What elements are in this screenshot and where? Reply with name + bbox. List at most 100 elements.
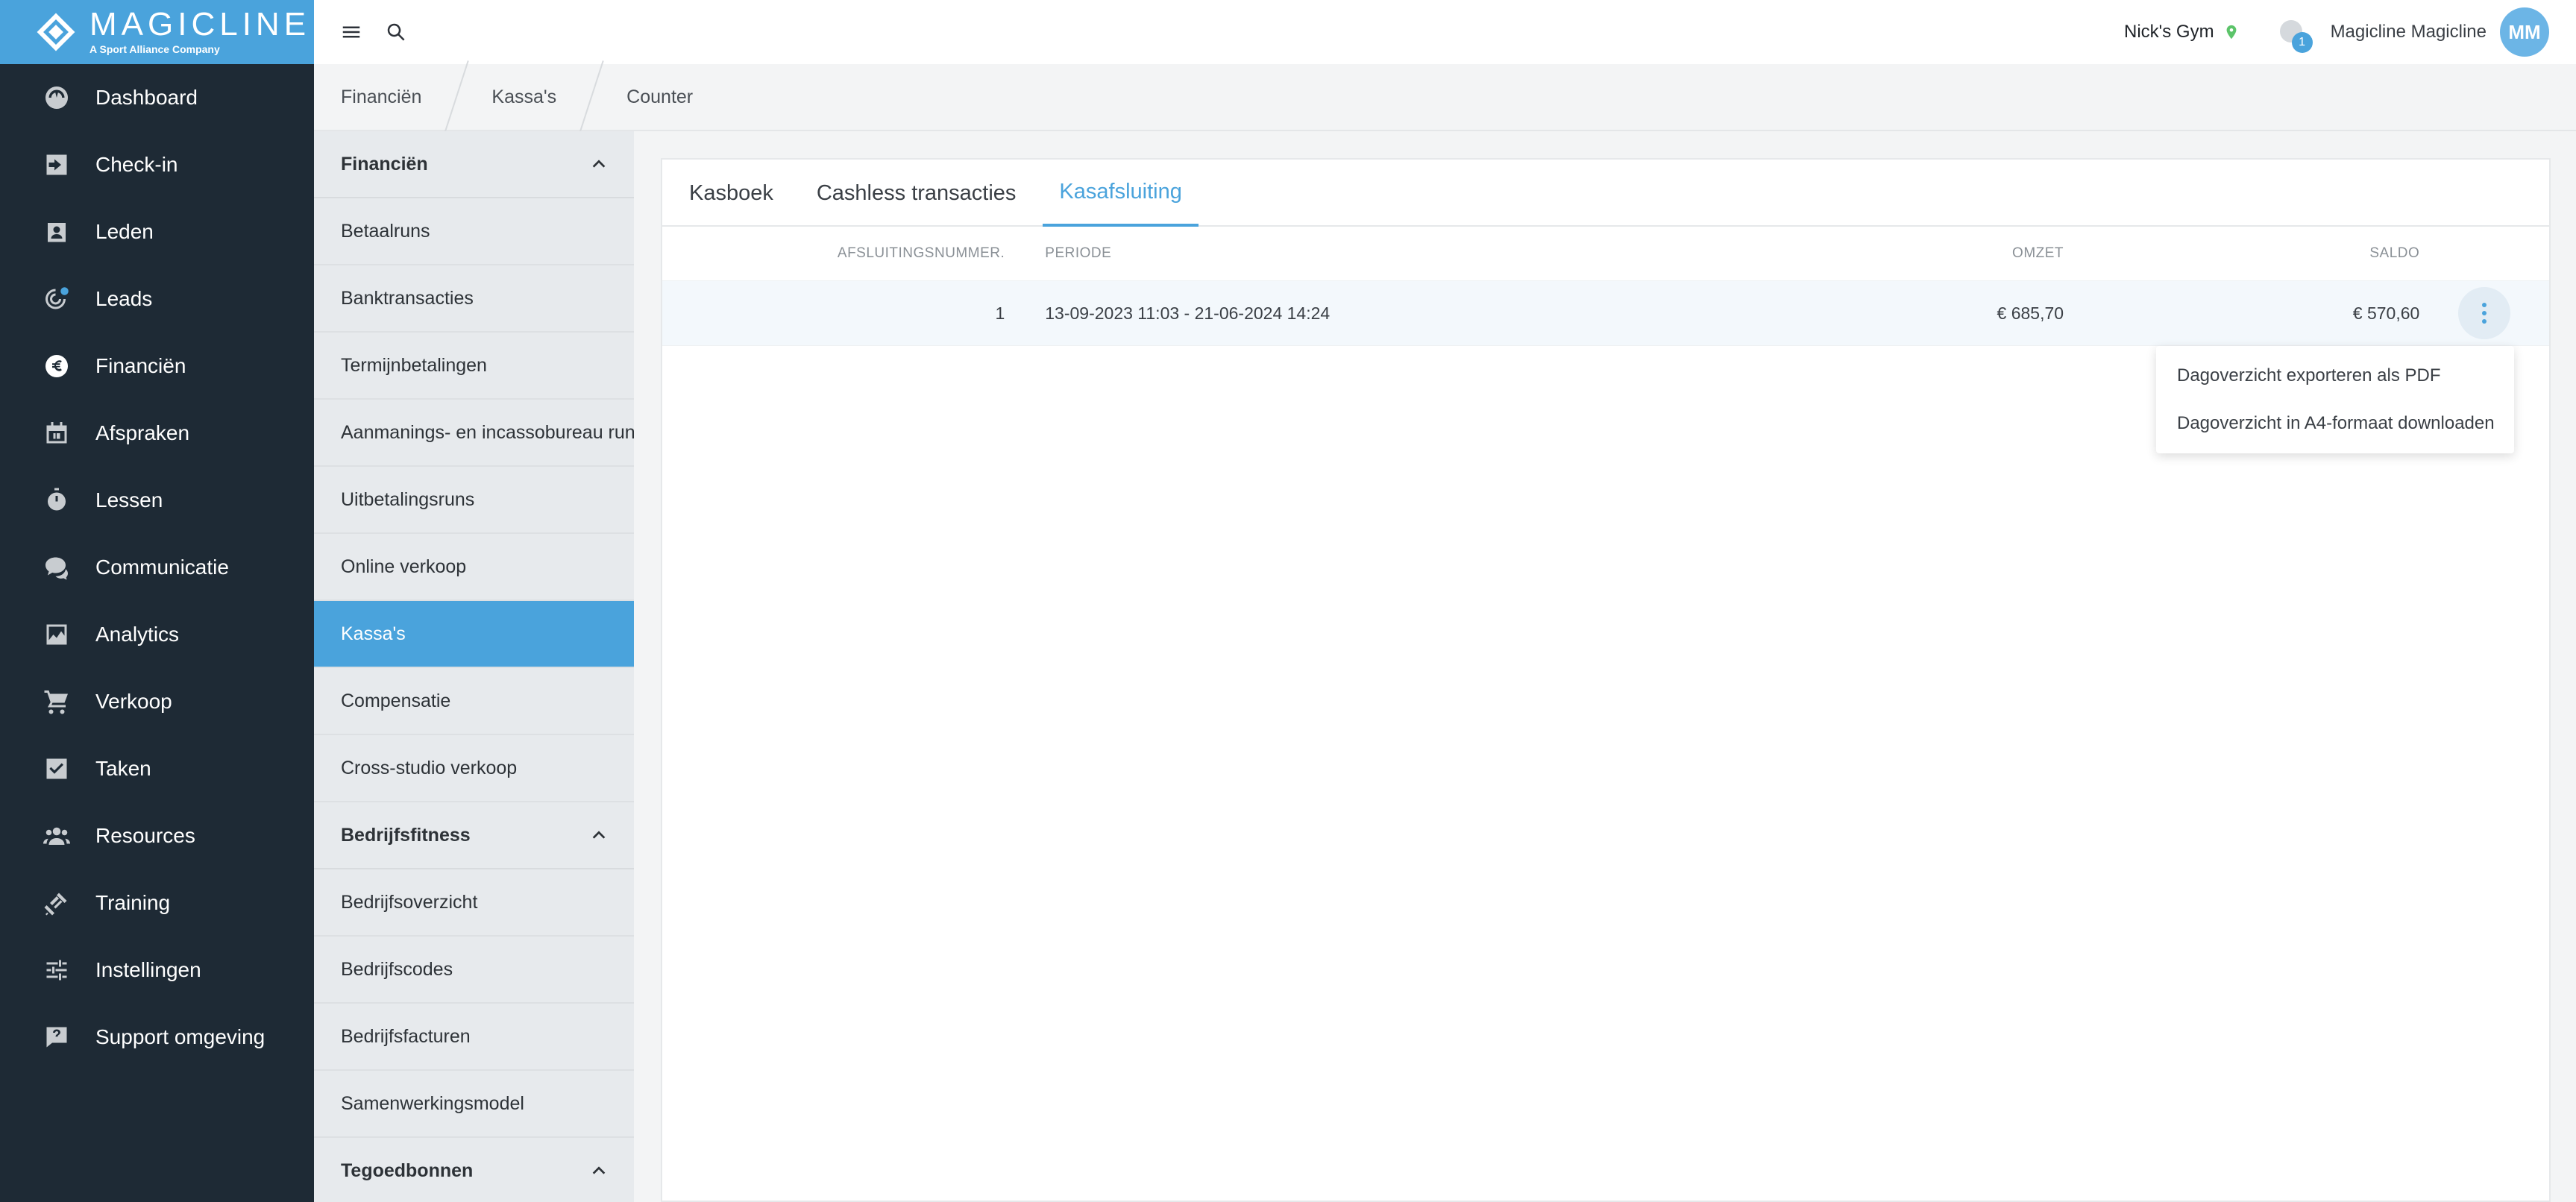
content-card: Kasboek Cashless transacties Kasafsluiti… xyxy=(661,158,2551,1202)
nav-item-instellingen[interactable]: Instellingen xyxy=(0,937,314,1004)
nav-item-leden[interactable]: Leden xyxy=(0,198,314,265)
euro-icon xyxy=(43,353,70,380)
nav-item-analytics[interactable]: Analytics xyxy=(0,601,314,668)
check-in-icon xyxy=(43,151,70,178)
submenu-item-bedrijfsfacturen[interactable]: Bedrijfsfacturen xyxy=(314,1004,634,1071)
cart-icon xyxy=(43,688,70,715)
magicline-logo-icon xyxy=(36,12,76,52)
user-name[interactable]: Magicline Magicline xyxy=(2331,22,2487,43)
menu-item-export-pdf[interactable]: Dagoverzicht exporteren als PDF xyxy=(2156,352,2514,400)
submenu-item-uitbetalingsruns[interactable]: Uitbetalingsruns xyxy=(314,467,634,534)
hamburger-icon xyxy=(342,26,360,38)
breadcrumb-separator xyxy=(582,63,601,130)
submenu-section-tegoedbonnen[interactable]: Tegoedbonnen xyxy=(314,1138,634,1202)
row-actions-menu: Dagoverzicht exporteren als PDF Dagoverz… xyxy=(2156,346,2514,453)
breadcrumb-item-current: Counter xyxy=(626,86,694,107)
logo-tagline: A Sport Alliance Company xyxy=(89,43,220,55)
tab-kasboek[interactable]: Kasboek xyxy=(673,160,790,227)
column-header-revenue[interactable]: OMZET xyxy=(1258,245,2064,262)
calendar-icon xyxy=(43,420,70,447)
nav-item-check-in[interactable]: Check-in xyxy=(0,131,314,198)
nav-item-afspraken[interactable]: Afspraken xyxy=(0,400,314,467)
nav-item-verkoop[interactable]: Verkoop xyxy=(0,668,314,735)
nav-label: Lessen xyxy=(95,488,163,512)
chat-icon xyxy=(43,554,70,581)
chevron-up-icon xyxy=(592,160,606,168)
nav-item-training[interactable]: Training xyxy=(0,869,314,937)
nav-item-resources[interactable]: Resources xyxy=(0,802,314,869)
sliders-icon xyxy=(43,957,70,984)
nav-item-support[interactable]: Support omgeving xyxy=(0,1004,314,1071)
submenu-section-financien[interactable]: Financiën xyxy=(314,131,634,198)
nav-item-taken[interactable]: Taken xyxy=(0,735,314,802)
tab-cashless-transacties[interactable]: Cashless transacties xyxy=(800,160,1033,227)
nav-label: Support omgeving xyxy=(95,1025,266,1048)
notification-count-badge: 1 xyxy=(2291,32,2313,53)
location-pin-icon xyxy=(2226,25,2236,40)
logo[interactable]: MAGICLINE A Sport Alliance Company xyxy=(0,0,314,64)
submenu-section-title: Bedrijfsfitness xyxy=(341,824,471,846)
search-button[interactable] xyxy=(377,13,415,51)
search-icon xyxy=(387,23,405,41)
column-header-period[interactable]: PERIODE xyxy=(1005,245,1258,262)
row-actions-button[interactable] xyxy=(2458,287,2511,339)
submenu-item-betaalruns[interactable]: Betaalruns xyxy=(314,198,634,265)
nav-label: Instellingen xyxy=(95,958,201,981)
nav-label: Leads xyxy=(95,287,153,310)
column-header-balance[interactable]: SALDO xyxy=(2064,245,2419,262)
submenu-item-termijnbetalingen[interactable]: Termijnbetalingen xyxy=(314,333,634,400)
tab-bar: Kasboek Cashless transacties Kasafsluiti… xyxy=(662,160,2549,227)
submenu-item-kassas[interactable]: Kassa's xyxy=(314,601,634,668)
table-row[interactable]: 1 13-09-2023 11:03 - 21-06-2024 14:24 € … xyxy=(662,280,2549,346)
nav-label: Taken xyxy=(95,757,151,780)
cell-balance: € 570,60 xyxy=(2352,303,2420,323)
breadcrumb-separator xyxy=(447,63,466,130)
nav-item-dashboard[interactable]: Dashboard xyxy=(0,64,314,131)
table-header: AFSLUITINGSNUMMER. PERIODE OMZET SALDO xyxy=(662,227,2549,280)
submenu-item-cross-studio-verkoop[interactable]: Cross-studio verkoop xyxy=(314,735,634,802)
nav-label: Financiën xyxy=(95,354,186,377)
submenu-item-online-verkoop[interactable]: Online verkoop xyxy=(314,534,634,601)
submenu-section-title: Financiën xyxy=(341,153,428,174)
submenu-item-bedrijfsoverzicht[interactable]: Bedrijfsoverzicht xyxy=(314,869,634,937)
nav-label: Check-in xyxy=(95,153,178,176)
menu-item-download-a4[interactable]: Dagoverzicht in A4-formaat downloaden xyxy=(2156,400,2514,447)
kebab-menu-icon xyxy=(2482,303,2487,307)
submenu-item-bedrijfscodes[interactable]: Bedrijfscodes xyxy=(314,937,634,1004)
leads-icon xyxy=(43,286,70,312)
nav-item-leads[interactable]: Leads xyxy=(0,265,314,333)
nav-item-financien[interactable]: Financiën xyxy=(0,333,314,400)
dumbbell-icon xyxy=(43,890,70,916)
nav-label: Leden xyxy=(95,220,154,243)
avatar[interactable]: MM xyxy=(2500,7,2549,57)
nav-label: Communicatie xyxy=(95,556,229,579)
gym-selector[interactable]: Nick's Gym xyxy=(2124,22,2240,43)
submenu-item-banktransacties[interactable]: Banktransacties xyxy=(314,265,634,333)
breadcrumb: Financiën Kassa's Counter xyxy=(314,64,2576,131)
submenu-section-title: Tegoedbonnen xyxy=(341,1159,474,1181)
nav-item-lessen[interactable]: Lessen xyxy=(0,467,314,534)
nav-item-communicatie[interactable]: Communicatie xyxy=(0,534,314,601)
submenu-item-compensatie[interactable]: Compensatie xyxy=(314,668,634,735)
notifications-button[interactable]: 1 xyxy=(2278,17,2313,53)
dashboard-icon xyxy=(43,84,70,111)
nav-label: Dashboard xyxy=(95,86,198,109)
main-navigation: MAGICLINE A Sport Alliance Company Dashb… xyxy=(0,0,314,1202)
breadcrumb-item[interactable]: Financiën xyxy=(341,86,421,108)
menu-toggle-button[interactable] xyxy=(332,13,371,51)
tab-kasafsluiting[interactable]: Kasafsluiting xyxy=(1043,160,1199,227)
stopwatch-icon xyxy=(43,487,70,514)
chevron-up-icon xyxy=(592,1166,606,1174)
breadcrumb-item[interactable]: Kassa's xyxy=(491,86,556,108)
submenu-item-aanmanings-run[interactable]: Aanmanings- en incassobureau run xyxy=(314,400,634,467)
chart-icon xyxy=(43,621,70,648)
column-header-number[interactable]: AFSLUITINGSNUMMER. xyxy=(662,245,1005,262)
cell-revenue: € 685,70 xyxy=(1997,303,2064,323)
top-bar: Nick's Gym 1 Magicline Magicline MM xyxy=(314,0,2576,64)
members-icon xyxy=(43,218,70,245)
submenu-section-bedrijfsfitness[interactable]: Bedrijfsfitness xyxy=(314,802,634,869)
support-icon xyxy=(43,1024,70,1051)
submenu-item-samenwerkingsmodel[interactable]: Samenwerkingsmodel xyxy=(314,1071,634,1138)
nav-label: Analytics xyxy=(95,623,180,646)
nav-label: Verkoop xyxy=(95,690,172,713)
